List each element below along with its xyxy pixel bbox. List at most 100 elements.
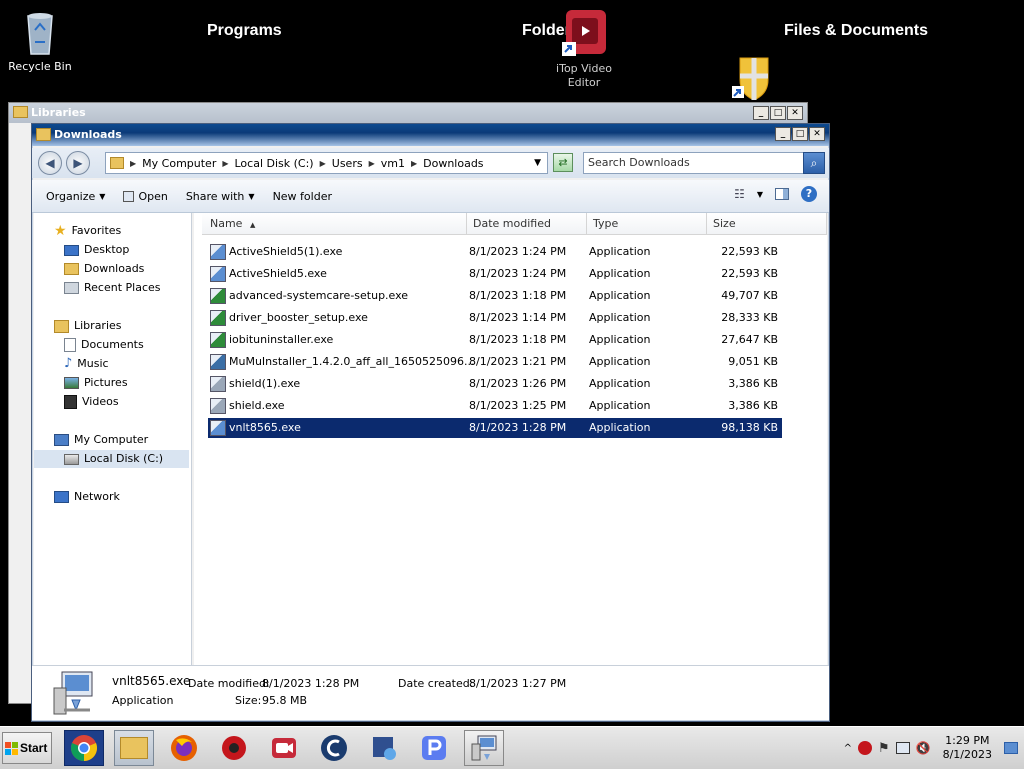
table-row[interactable]: advanced-systemcare-setup.exe 8/1/2023 1:… xyxy=(208,286,782,306)
recycle-bin-shortcut[interactable]: Recycle Bin xyxy=(0,8,80,74)
chevron-right-icon[interactable]: ▶ xyxy=(222,159,228,168)
nav-recent-places[interactable]: Recent Places xyxy=(64,279,161,297)
show-hidden-icons[interactable]: ^ xyxy=(844,743,852,754)
table-row[interactable]: ActiveShield5.exe 8/1/2023 1:24 PM Applica… xyxy=(208,264,782,284)
address-field[interactable]: ▶ My Computer ▶ Local Disk (C:) ▶ Users … xyxy=(105,152,548,174)
search-icon[interactable]: ⌕ xyxy=(803,152,825,174)
minimize-button[interactable]: _ xyxy=(753,106,769,120)
chevron-right-icon[interactable]: ▶ xyxy=(411,159,417,168)
nav-pictures-label: Pictures xyxy=(84,376,128,389)
nav-downloads[interactable]: Downloads xyxy=(64,260,144,278)
breadcrumb-downloads[interactable]: Downloads xyxy=(423,157,483,170)
taskbar-explorer[interactable] xyxy=(114,730,154,766)
table-row[interactable]: vnlt8565.exe 8/1/2023 1:28 PM Application 9… xyxy=(208,418,782,438)
action-center-flag-icon[interactable]: ⚑ xyxy=(878,741,890,756)
nav-my-computer[interactable]: My Computer xyxy=(54,431,148,449)
search-input[interactable]: Search Downloads xyxy=(583,152,824,174)
breadcrumb-vm1[interactable]: vm1 xyxy=(381,157,405,170)
downloads-titlebar[interactable]: Downloads _ □ ✕ xyxy=(32,124,829,146)
taskbar-firefox[interactable] xyxy=(164,730,204,766)
exe-file-icon xyxy=(210,288,226,304)
organize-button[interactable]: Organize ▼ xyxy=(32,190,114,203)
ccleaner-icon xyxy=(321,735,347,761)
share-with-button[interactable]: Share with ▼ xyxy=(177,190,264,203)
refresh-button[interactable]: ⇄ xyxy=(553,153,573,172)
column-header-name[interactable]: Name ▲ xyxy=(202,213,467,235)
volume-muted-icon[interactable]: 🔇 xyxy=(916,741,931,755)
table-row[interactable]: shield(1).exe 8/1/2023 1:26 PM Application… xyxy=(208,374,782,394)
network-tray-icon[interactable] xyxy=(895,742,910,754)
taskbar-p-app[interactable] xyxy=(414,730,454,766)
music-icon: ♪ xyxy=(64,356,73,371)
file-type-cell: Application xyxy=(589,421,651,434)
table-row[interactable]: iobituninstaller.exe 8/1/2023 1:18 PM Appl… xyxy=(208,330,782,350)
close-button[interactable]: ✕ xyxy=(809,127,825,141)
computer-icon xyxy=(54,434,69,446)
pictures-icon xyxy=(64,377,79,389)
nav-desktop[interactable]: Desktop xyxy=(64,241,129,259)
table-row[interactable]: driver_booster_setup.exe 8/1/2023 1:14 PM… xyxy=(208,308,782,328)
table-row[interactable]: shield.exe 8/1/2023 1:25 PM Application 3,3… xyxy=(208,396,782,416)
nav-local-disk[interactable]: Local Disk (C:) xyxy=(34,450,189,468)
maximize-button[interactable]: □ xyxy=(792,127,808,141)
libraries-titlebar[interactable]: Libraries _ □ ✕ xyxy=(9,103,807,123)
new-folder-button[interactable]: New folder xyxy=(264,190,341,203)
taskbar-gear-app[interactable] xyxy=(214,730,254,766)
table-row[interactable]: ActiveShield5(1).exe 8/1/2023 1:24 PM Appl… xyxy=(208,242,782,262)
nav-network[interactable]: Network xyxy=(54,488,120,506)
clock[interactable]: 1:29 PM 8/1/2023 xyxy=(943,734,992,762)
chevron-down-icon[interactable]: ▼ xyxy=(757,190,763,199)
nav-music[interactable]: ♪ Music xyxy=(64,355,109,373)
table-row[interactable]: MuMuInstaller_1.4.2.0_aff_all_1650525096… xyxy=(208,352,782,372)
file-type-cell: Application xyxy=(589,399,651,412)
forward-button[interactable]: ▶ xyxy=(66,151,90,175)
breadcrumb-my-computer[interactable]: My Computer xyxy=(142,157,216,170)
nav-local-disk-label: Local Disk (C:) xyxy=(84,452,164,465)
open-button[interactable]: Open xyxy=(114,190,176,203)
shield-shortcut[interactable] xyxy=(732,56,774,101)
file-size-cell: 98,138 KB xyxy=(721,421,778,434)
breadcrumb-users[interactable]: Users xyxy=(332,157,363,170)
file-name-cell: MuMuInstaller_1.4.2.0_aff_all_1650525096… xyxy=(229,355,475,368)
nav-pictures[interactable]: Pictures xyxy=(64,374,128,392)
breadcrumb-local-disk[interactable]: Local Disk (C:) xyxy=(235,157,314,170)
column-header-type[interactable]: Type xyxy=(587,213,707,235)
chevron-right-icon[interactable]: ▶ xyxy=(320,159,326,168)
show-desktop-icon[interactable] xyxy=(1004,742,1018,754)
back-button[interactable]: ◀ xyxy=(38,151,62,175)
preview-pane-icon[interactable] xyxy=(775,188,789,200)
close-button[interactable]: ✕ xyxy=(787,106,803,120)
taskbar-ccleaner[interactable] xyxy=(314,730,354,766)
minimize-button[interactable]: _ xyxy=(775,127,791,141)
view-options-icon[interactable]: ☷ xyxy=(734,187,745,201)
maximize-button[interactable]: □ xyxy=(770,106,786,120)
taskbar-itop-video[interactable] xyxy=(264,730,304,766)
file-list[interactable]: Name ▲ Date modified Type Size ActiveShi… xyxy=(194,213,827,665)
nav-downloads-label: Downloads xyxy=(84,262,145,275)
taskbar-installer[interactable] xyxy=(464,730,504,766)
start-button[interactable]: Start xyxy=(2,732,52,764)
command-bar: Organize ▼ Open Share with ▼ New folder … xyxy=(32,180,829,213)
file-name-cell: advanced-systemcare-setup.exe xyxy=(229,289,409,302)
file-size-cell: 22,593 KB xyxy=(721,267,778,280)
nav-favorites[interactable]: ★ Favorites xyxy=(54,222,121,240)
itop-video-editor-shortcut[interactable]: iTop Video Editor xyxy=(544,10,624,90)
details-filename: vnlt8565.exe xyxy=(112,674,191,688)
chevron-right-icon[interactable]: ▶ xyxy=(369,159,375,168)
column-header-date[interactable]: Date modified xyxy=(467,213,587,235)
address-dropdown-icon[interactable]: ▼ xyxy=(534,158,541,168)
file-type-cell: Application xyxy=(589,289,651,302)
nav-documents[interactable]: Documents xyxy=(64,336,144,354)
column-header-size[interactable]: Size xyxy=(707,213,827,235)
red-gear-tray-icon[interactable] xyxy=(857,741,872,755)
help-icon[interactable]: ? xyxy=(801,186,817,202)
taskbar-chrome[interactable] xyxy=(64,730,104,766)
taskbar-image-app[interactable] xyxy=(364,730,404,766)
nav-videos[interactable]: Videos xyxy=(64,393,119,411)
details-type: Application xyxy=(112,694,174,707)
desktop-category-programs: Programs xyxy=(207,22,282,39)
nav-my-computer-label: My Computer xyxy=(74,433,149,446)
file-size-cell: 22,593 KB xyxy=(721,245,778,258)
nav-libraries[interactable]: Libraries xyxy=(54,317,122,335)
downloads-window[interactable]: Downloads _ □ ✕ ◀ ▶ ▶ My Computer ▶ Loca… xyxy=(31,123,830,722)
